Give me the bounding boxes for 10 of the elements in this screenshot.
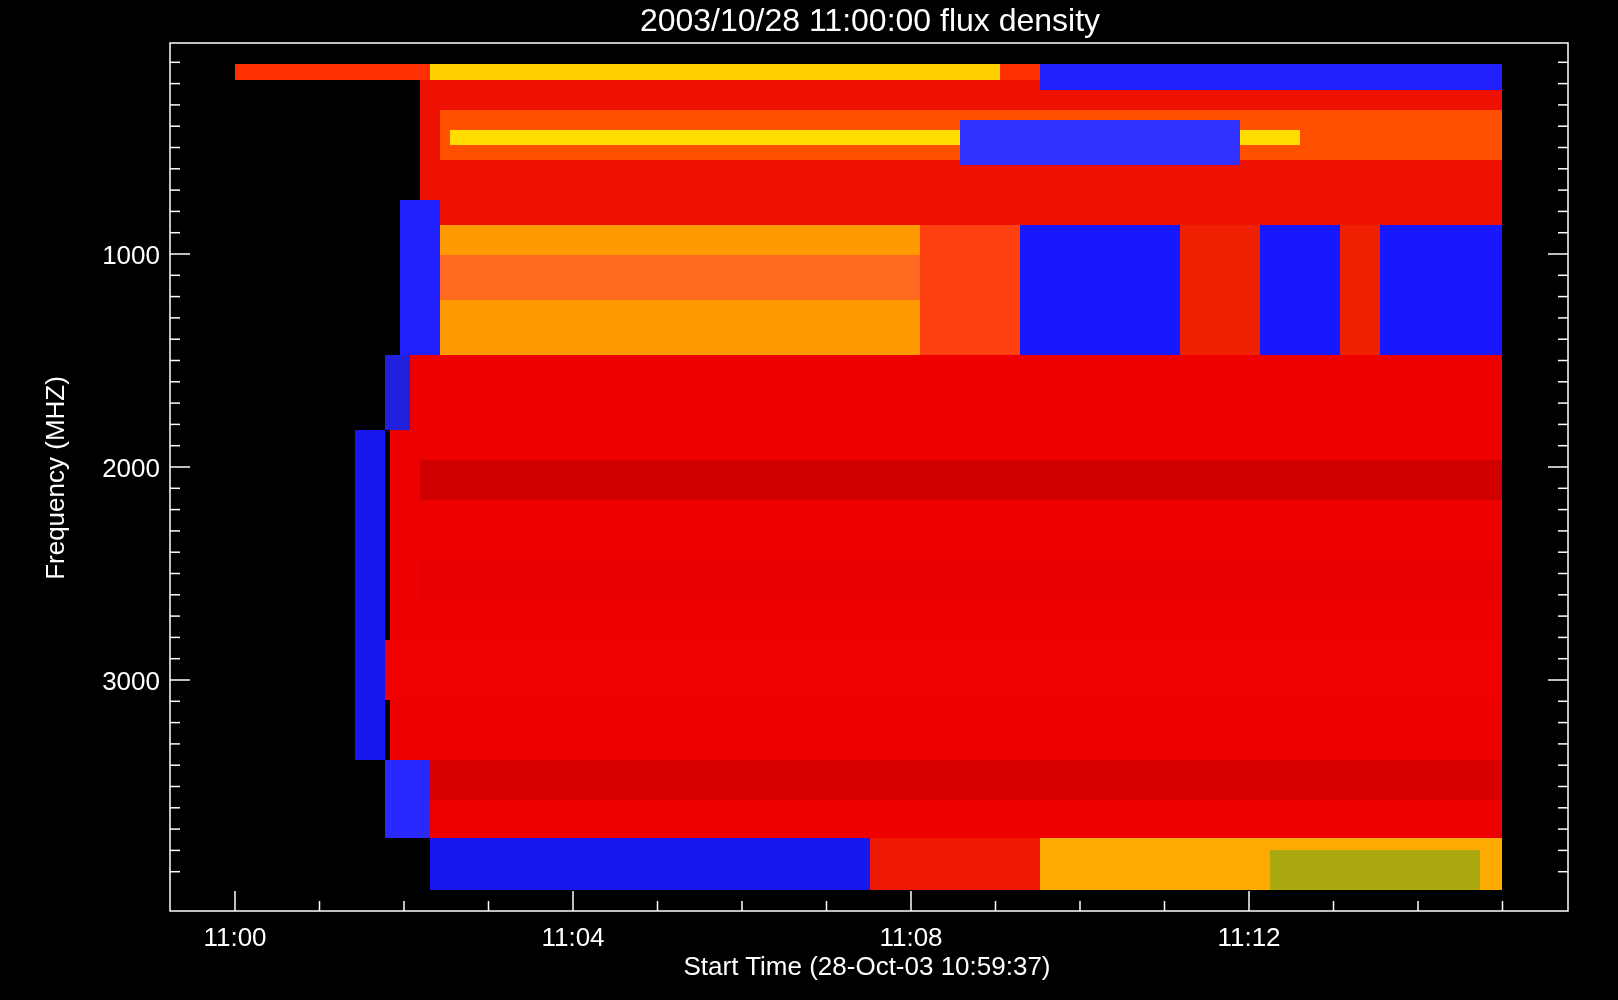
x-tick-label: 11:12	[1217, 922, 1281, 952]
y-axis-label: Frequency (MHZ)	[40, 376, 70, 580]
x-tick-label: 11:00	[203, 922, 267, 952]
x-tick-label: 11:04	[541, 922, 605, 952]
y-tick-label: 1000	[102, 240, 160, 270]
y-tick-label: 3000	[102, 666, 160, 696]
x-axis-label: Start Time (28-Oct-03 10:59:37)	[683, 951, 1051, 981]
chart-title: 2003/10/28 11:00:00 flux density	[639, 2, 1101, 38]
x-tick-label: 11:08	[879, 922, 943, 952]
y-tick-label: 2000	[102, 453, 160, 483]
